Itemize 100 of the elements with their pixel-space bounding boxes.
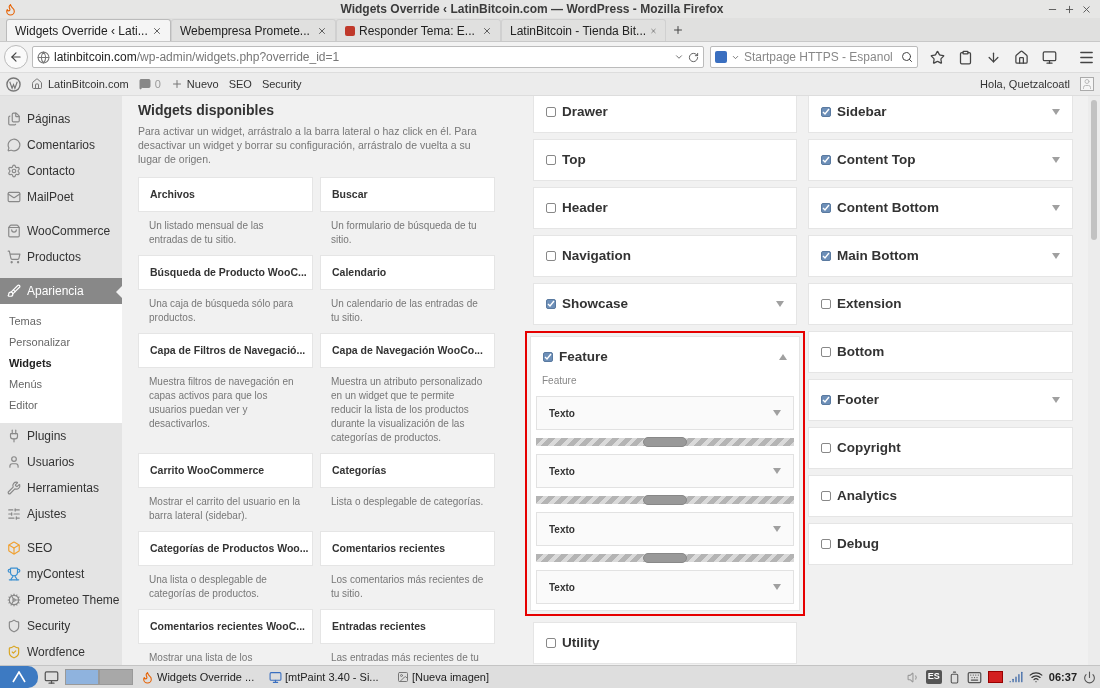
volume-icon[interactable] [906, 670, 920, 684]
widget-row[interactable]: Texto [536, 570, 794, 604]
bookmark-star-icon[interactable] [930, 49, 945, 65]
search-field[interactable]: Startpage HTTPS - Espanol [710, 46, 918, 68]
expand-caret-icon[interactable] [773, 410, 781, 416]
browser-tab[interactable]: LatinBitcoin - Tienda Bit... [501, 19, 666, 41]
taskbar-app[interactable]: [Nueva imagen] [395, 668, 517, 686]
submenu-item[interactable]: Temas [0, 311, 122, 332]
keyboard-icon[interactable] [966, 669, 982, 685]
widget-area-title[interactable]: Navigation [562, 245, 784, 267]
checkbox[interactable] [546, 299, 556, 309]
address-field[interactable]: latinbitcoin.com/wp-admin/widgets.php?override_id=1 [32, 46, 704, 68]
checkbox[interactable] [821, 491, 831, 501]
widget-area-title[interactable]: Bottom [837, 341, 1060, 363]
widget-area-title[interactable]: Main Bottom [837, 245, 1046, 267]
checkbox[interactable] [821, 299, 831, 309]
sidebar-item[interactable]: Páginas [0, 106, 122, 132]
close-tab-icon[interactable] [317, 25, 327, 36]
expand-caret-icon[interactable] [1052, 157, 1060, 163]
widget-card[interactable]: Categorías [320, 453, 495, 488]
sidebar-item[interactable]: Herramientas [0, 475, 122, 501]
sidebar-item[interactable]: Apariencia [0, 278, 122, 304]
widget-card[interactable]: Búsqueda de Producto WooC... [138, 255, 313, 290]
addon-icon[interactable] [1042, 49, 1057, 65]
taskbar-app[interactable]: [mtPaint 3.40 - Si... [267, 668, 389, 686]
expand-caret-icon[interactable] [1052, 253, 1060, 259]
sidebar-item[interactable]: Prometeo Theme [0, 587, 122, 613]
cpu-monitor-icon[interactable] [987, 671, 1003, 683]
submenu-item[interactable]: Widgets [0, 353, 122, 374]
browser-tab[interactable]: Webempresa Promete... [171, 19, 336, 41]
new-link[interactable]: Nuevo [170, 75, 219, 93]
checkbox[interactable] [543, 352, 553, 362]
sidebar-item[interactable]: Usuarios [0, 449, 122, 475]
sidebar-item[interactable]: WooCommerce [0, 218, 122, 244]
widget-row[interactable]: Texto [536, 396, 794, 430]
sidebar-item[interactable]: Comentarios [0, 132, 122, 158]
submenu-item[interactable]: Personalizar [0, 332, 122, 353]
expand-caret-icon[interactable] [1052, 205, 1060, 211]
sidebar-item[interactable]: Wordfence [0, 639, 122, 665]
widget-area-title[interactable]: Content Top [837, 149, 1046, 171]
admin-bar-link[interactable]: SEO [228, 75, 252, 93]
checkbox[interactable] [821, 443, 831, 453]
checkbox[interactable] [821, 251, 831, 261]
download-icon[interactable] [986, 49, 1001, 65]
checkbox[interactable] [546, 203, 556, 213]
collapse-caret-icon[interactable] [779, 354, 787, 360]
site-link[interactable]: LatinBitcoin.com [31, 75, 129, 93]
widget-card[interactable]: Calendario [320, 255, 495, 290]
clipboard-icon[interactable] [958, 49, 973, 65]
back-button[interactable] [4, 45, 28, 69]
widget-area-title[interactable]: Top [562, 149, 784, 171]
browser-tab[interactable]: Widgets Override ‹ Lati... [6, 19, 171, 41]
widget-row[interactable]: Texto [536, 512, 794, 546]
widget-area-title[interactable]: Copyright [837, 437, 1060, 459]
submenu-item[interactable]: Menús [0, 374, 122, 395]
widget-row[interactable]: Texto [536, 454, 794, 488]
power-icon[interactable] [1083, 670, 1096, 684]
home-icon[interactable] [1014, 49, 1029, 65]
widget-card[interactable]: Archivos [138, 177, 313, 212]
widget-card[interactable]: Capa de Navegación WooCo... [320, 333, 495, 368]
widget-area-title[interactable]: Header [562, 197, 784, 219]
sidebar-item[interactable]: Contacto [0, 158, 122, 184]
sidebar-item[interactable]: Ajustes [0, 501, 122, 527]
expand-caret-icon[interactable] [1052, 109, 1060, 115]
checkbox[interactable] [821, 203, 831, 213]
expand-caret-icon[interactable] [773, 468, 781, 474]
checkbox[interactable] [546, 638, 556, 648]
expand-caret-icon[interactable] [773, 526, 781, 532]
widget-card[interactable]: Buscar [320, 177, 495, 212]
account-link[interactable]: Hola, Quetzalcoatl [980, 75, 1070, 93]
close-tab-icon[interactable] [482, 25, 492, 36]
checkbox[interactable] [821, 347, 831, 357]
scrollbar[interactable] [1088, 96, 1100, 665]
close-tab-icon[interactable] [152, 25, 162, 36]
wordpress-logo-icon[interactable] [6, 76, 21, 92]
widget-card[interactable]: Carrito WooCommerce [138, 453, 313, 488]
widget-area-title[interactable]: Content Bottom [837, 197, 1046, 219]
taskbar-app[interactable]: Widgets Override ... [139, 668, 261, 686]
keyboard-layout-indicator[interactable]: ES [925, 670, 942, 684]
checkbox[interactable] [821, 155, 831, 165]
sidebar-item[interactable]: SEO [0, 535, 122, 561]
checkbox[interactable] [546, 155, 556, 165]
close-icon[interactable] [1081, 3, 1092, 15]
sidebar-item[interactable]: Plugins [0, 423, 122, 449]
browser-tab[interactable]: Responder Tema: E... [336, 19, 501, 41]
admin-bar-link[interactable]: Security [261, 75, 302, 93]
drag-separator[interactable] [536, 438, 794, 446]
submenu-item[interactable]: Editor [0, 395, 122, 416]
drag-handle[interactable] [643, 437, 687, 447]
checkbox[interactable] [821, 395, 831, 405]
checkbox[interactable] [546, 107, 556, 117]
new-tab-icon[interactable] [672, 24, 684, 36]
widget-area-title[interactable]: Drawer [562, 101, 784, 123]
expand-caret-icon[interactable] [773, 584, 781, 590]
scrollbar-thumb[interactable] [1091, 100, 1097, 240]
network-icon[interactable] [1028, 670, 1043, 684]
maximize-icon[interactable] [1064, 3, 1075, 15]
drag-handle[interactable] [643, 495, 687, 505]
clock[interactable]: 06:37 [1048, 668, 1077, 686]
checkbox[interactable] [546, 251, 556, 261]
